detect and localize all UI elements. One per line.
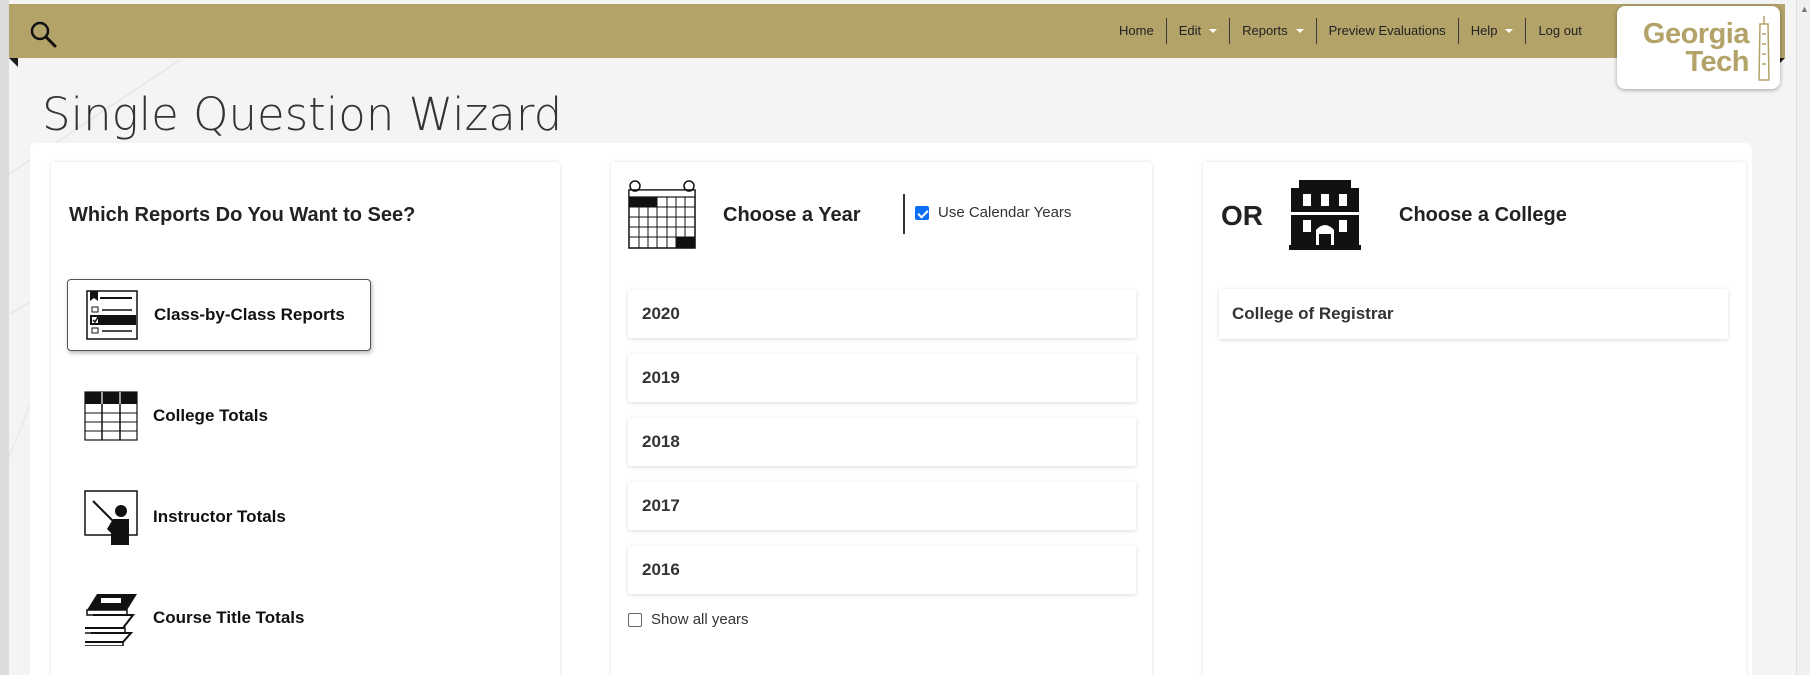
nav-reports-label: Reports (1242, 23, 1288, 38)
logo-wordmark: Georgia Tech (1625, 18, 1750, 78)
or-label: OR (1221, 200, 1263, 231)
instructor-icon (84, 490, 138, 545)
top-navigation-bar: Home Edit Reports Preview Evaluations He… (9, 4, 1785, 58)
nav-home[interactable]: Home (1107, 18, 1166, 44)
year-option[interactable]: 2020 (628, 290, 1136, 338)
page-title: Single Question Wizard (42, 88, 563, 141)
calendar-icon (628, 180, 696, 249)
report-option-label: Course Title Totals (153, 608, 305, 627)
heading-divider (903, 194, 905, 234)
show-all-years-option[interactable]: Show all years (628, 611, 749, 628)
nav-preview-label: Preview Evaluations (1328, 23, 1446, 38)
vertical-scrollbar[interactable]: ▲ (1796, 0, 1810, 675)
tech-tower-icon (1758, 16, 1770, 81)
show-all-years-label: Show all years (651, 611, 749, 628)
nav-edit-label: Edit (1178, 23, 1202, 38)
report-option-label: Instructor Totals (153, 507, 286, 526)
ribbon-fold-left (9, 58, 18, 67)
use-calendar-years-option[interactable]: Use Calendar Years (915, 204, 1071, 221)
table-icon (84, 391, 138, 441)
college-panel: OR Choose a College College of Registrar (1203, 162, 1746, 675)
chevron-down-icon (1209, 29, 1218, 33)
nav-reports[interactable]: Reports (1229, 18, 1316, 44)
nav-help-label: Help (1470, 23, 1498, 38)
reports-heading: Which Reports Do You Want to See? (69, 204, 416, 226)
search-button[interactable] (29, 20, 59, 50)
college-building-icon (1289, 180, 1361, 250)
year-panel: Choose a Year Use Calendar Years 2020 20… (611, 162, 1152, 675)
report-option-course-title-totals[interactable]: Course Title Totals (67, 582, 371, 654)
georgia-tech-logo[interactable]: Georgia Tech (1617, 6, 1780, 89)
logo-line-2: Tech (1685, 46, 1749, 78)
nav-home-label: Home (1119, 23, 1154, 38)
nav-edit[interactable]: Edit (1165, 18, 1229, 44)
reports-panel: Which Reports Do You Want to See? Class-… (51, 162, 560, 675)
use-calendar-years-checkbox[interactable] (915, 205, 929, 220)
checklist-icon (86, 290, 138, 340)
use-calendar-years-label: Use Calendar Years (938, 204, 1072, 221)
chevron-down-icon (1505, 29, 1514, 33)
window-left-edge (0, 0, 9, 675)
college-heading: Choose a College (1399, 204, 1567, 226)
chevron-down-icon (1295, 29, 1304, 33)
nav-logout-label: Log out (1538, 23, 1582, 38)
year-option[interactable]: 2019 (628, 354, 1136, 402)
main-nav: Home Edit Reports Preview Evaluations He… (1107, 4, 1594, 58)
books-icon (85, 594, 137, 646)
college-option[interactable]: College of Registrar (1219, 289, 1728, 339)
report-option-label: College Totals (153, 406, 268, 425)
show-all-years-checkbox[interactable] (628, 612, 642, 627)
report-option-class-by-class[interactable]: Class-by-Class Reports (67, 279, 371, 351)
search-icon (30, 21, 57, 48)
nav-help[interactable]: Help (1457, 18, 1526, 44)
report-option-instructor-totals[interactable]: Instructor Totals (67, 481, 371, 553)
nav-preview-evaluations[interactable]: Preview Evaluations (1315, 18, 1458, 44)
year-option[interactable]: 2018 (628, 418, 1136, 466)
year-option[interactable]: 2017 (628, 482, 1136, 530)
scroll-up-icon[interactable]: ▲ (1800, 4, 1809, 14)
logo-line-1: Georgia (1642, 18, 1750, 50)
report-option-college-totals[interactable]: College Totals (67, 380, 371, 452)
nav-logout[interactable]: Log out (1525, 18, 1593, 44)
year-option[interactable]: 2016 (628, 546, 1136, 594)
year-heading: Choose a Year (723, 204, 861, 226)
report-option-label: Class-by-Class Reports (154, 305, 345, 324)
